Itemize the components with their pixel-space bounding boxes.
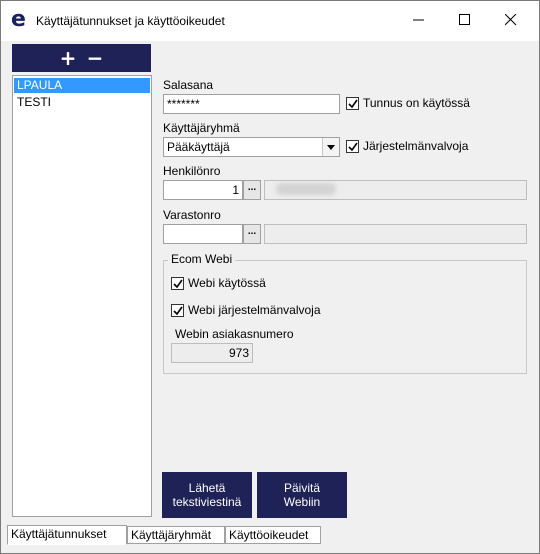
ecom-webi-title: Ecom Webi bbox=[168, 252, 236, 266]
close-icon bbox=[505, 14, 517, 26]
person-no-label: Henkilönro bbox=[163, 164, 221, 178]
web-sysadmin-checkbox[interactable] bbox=[171, 304, 184, 317]
warehouse-no-label: Varastonro bbox=[163, 208, 221, 222]
send-sms-label-line2: tekstiviestinä bbox=[172, 495, 242, 509]
close-button[interactable] bbox=[489, 5, 533, 35]
update-web-button[interactable]: Päivitä Webiin bbox=[257, 472, 347, 518]
person-no-field[interactable]: 1 bbox=[163, 180, 243, 200]
person-lookup-button[interactable]: ... bbox=[243, 180, 261, 200]
window-title: Käyttäjätunnukset ja käyttöoikeudet bbox=[36, 14, 225, 28]
minimize-button[interactable] bbox=[397, 5, 441, 35]
sysadmin-checkbox[interactable] bbox=[346, 140, 359, 153]
update-web-label-line2: Webiin bbox=[283, 495, 321, 509]
password-field[interactable]: ******* bbox=[163, 94, 340, 114]
checkmark-icon bbox=[348, 99, 358, 109]
checkmark-icon bbox=[173, 306, 183, 316]
chevron-down-icon bbox=[327, 145, 335, 150]
account-enabled-label: Tunnus on käytössä bbox=[363, 96, 470, 110]
account-enabled-checkbox[interactable] bbox=[346, 97, 359, 110]
checkmark-icon bbox=[173, 279, 183, 289]
maximize-button[interactable] bbox=[443, 5, 487, 35]
user-list-item[interactable]: TESTI bbox=[14, 95, 150, 110]
maximize-icon bbox=[459, 14, 470, 25]
tab-user-groups[interactable]: Käyttäjäryhmät bbox=[127, 526, 225, 544]
web-sysadmin-label: Webi järjestelmänvalvoja bbox=[188, 303, 321, 317]
web-enabled-checkbox[interactable] bbox=[171, 277, 184, 290]
warehouse-lookup-button[interactable]: ... bbox=[243, 224, 261, 244]
user-list[interactable]: LPAULA TESTI bbox=[12, 75, 152, 517]
redacted-name bbox=[276, 183, 336, 195]
app-window: e Käyttäjätunnukset ja käyttöoikeudet + … bbox=[0, 0, 540, 554]
user-group-select[interactable]: Pääkäyttäjä bbox=[163, 137, 340, 157]
customer-no-label: Webin asiakasnumero bbox=[175, 327, 294, 341]
dropdown-button[interactable] bbox=[322, 138, 339, 156]
checkmark-icon bbox=[348, 142, 358, 152]
title-bar: e Käyttäjätunnukset ja käyttöoikeudet bbox=[1, 1, 539, 41]
user-group-value: Pääkäyttäjä bbox=[167, 140, 230, 154]
warehouse-name-field bbox=[264, 224, 527, 244]
remove-user-button[interactable]: − bbox=[82, 44, 108, 72]
user-list-item[interactable]: LPAULA bbox=[14, 78, 150, 93]
tab-user-accounts[interactable]: Käyttäjätunnukset bbox=[7, 525, 127, 545]
password-label: Salasana bbox=[163, 78, 214, 92]
web-enabled-label: Webi käytössä bbox=[188, 276, 266, 290]
client-area: + − LPAULA TESTI Salasana ******* Tunnus… bbox=[1, 41, 539, 553]
warehouse-no-field[interactable] bbox=[163, 224, 243, 244]
user-list-toolbar: + − bbox=[12, 44, 151, 72]
send-sms-button[interactable]: Lähetä tekstiviestinä bbox=[162, 472, 252, 518]
user-group-label: Käyttäjäryhmä bbox=[163, 121, 240, 135]
app-logo-icon: e bbox=[11, 7, 26, 32]
send-sms-label-line1: Lähetä bbox=[188, 481, 226, 495]
minimize-icon bbox=[413, 19, 424, 21]
tab-permissions[interactable]: Käyttöoikeudet bbox=[225, 526, 321, 544]
customer-no-field: 973 bbox=[171, 343, 253, 363]
sysadmin-label: Järjestelmänvalvoja bbox=[363, 139, 469, 153]
update-web-label-line1: Päivitä bbox=[283, 481, 321, 495]
add-user-button[interactable]: + bbox=[55, 44, 81, 72]
